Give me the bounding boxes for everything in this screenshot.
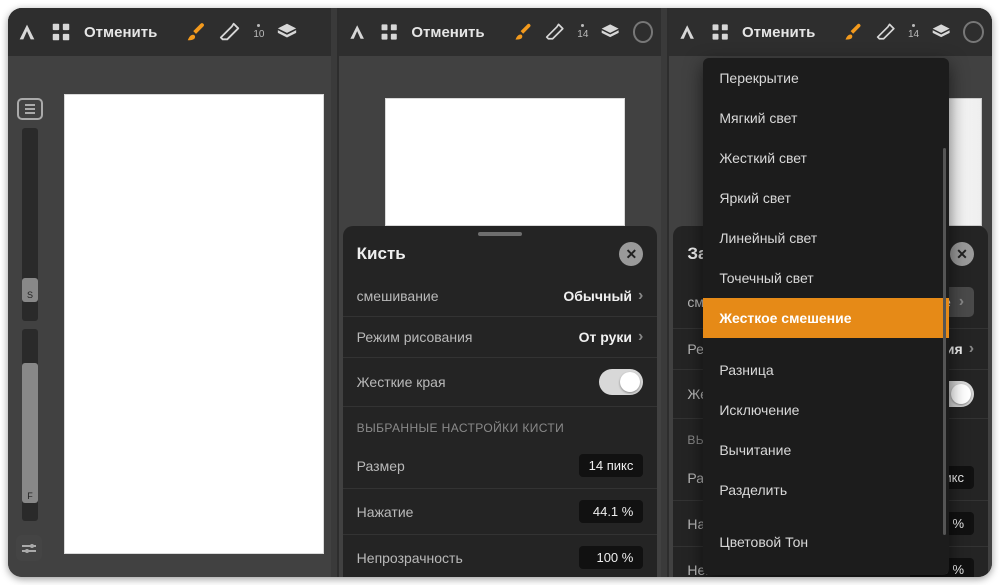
screen-blend-dropdown: Отменить 14 За ✕ сме смешение› Реж Линия… — [667, 8, 992, 577]
opacity-slider-thumb[interactable]: F — [22, 363, 38, 503]
blend-mode-option[interactable]: Цветовой Тон — [703, 522, 949, 562]
drag-handle[interactable] — [478, 232, 522, 236]
layers-icon[interactable] — [600, 21, 620, 43]
numeric-field[interactable]: 100 % — [579, 546, 643, 569]
row-label: Жесткие края — [357, 374, 446, 390]
logo-icon[interactable] — [677, 21, 697, 43]
row-draw-mode[interactable]: Режим рисования От руки › — [343, 317, 658, 358]
screen-canvas-view: Отменить 10 S F — [8, 8, 331, 577]
blend-mode-option[interactable]: Разница — [703, 350, 949, 390]
close-icon[interactable]: ✕ — [950, 242, 974, 266]
opacity-slider[interactable]: F — [22, 329, 38, 522]
undo-button[interactable]: Отменить — [411, 24, 484, 41]
section-header: ВЫБРАННЫЕ НАСТРОЙКИ КИСТИ — [343, 407, 658, 443]
undo-button[interactable]: Отменить — [742, 24, 815, 41]
row-pressure[interactable]: Нажатие 44.1 % — [343, 489, 658, 535]
size-slider-thumb[interactable]: S — [22, 278, 38, 302]
color-chip[interactable] — [633, 21, 654, 43]
history-count-value: 10 — [253, 29, 264, 40]
row-label: Непрозрачность — [357, 550, 463, 566]
eraser-icon[interactable] — [219, 21, 241, 43]
chevron-right-icon: › — [959, 293, 964, 311]
toggle-switch[interactable] — [599, 369, 643, 395]
blend-mode-option[interactable]: Вычитание — [703, 430, 949, 470]
panels-icon[interactable] — [17, 98, 43, 120]
row-label: Режим рисования — [357, 329, 473, 345]
color-chip[interactable] — [963, 21, 984, 43]
eraser-icon[interactable] — [545, 21, 565, 43]
history-count[interactable]: 14 — [577, 24, 588, 40]
brush-icon[interactable] — [513, 21, 533, 43]
close-icon[interactable]: ✕ — [619, 242, 643, 266]
row-opacity[interactable]: Непрозрачность 100 % — [343, 535, 658, 577]
row-value: От руки — [579, 329, 632, 345]
history-count-value: 14 — [577, 29, 588, 40]
row-label: Нажатие — [357, 504, 414, 520]
blend-mode-dropdown: ПерекрытиеМягкий светЖесткий светЯркий с… — [703, 58, 949, 575]
sheet-title: Кисть — [357, 244, 406, 264]
undo-button[interactable]: Отменить — [84, 24, 157, 41]
grid-icon[interactable] — [50, 21, 72, 43]
size-slider[interactable]: S — [22, 128, 38, 321]
canvas[interactable] — [385, 98, 625, 226]
grid-icon[interactable] — [710, 21, 730, 43]
blend-mode-option[interactable]: Яркий свет — [703, 178, 949, 218]
history-count[interactable]: 14 — [908, 24, 919, 40]
top-toolbar: Отменить 10 — [8, 8, 331, 56]
blend-mode-option[interactable]: Разделить — [703, 470, 949, 510]
chevron-right-icon: › — [638, 328, 643, 346]
brush-icon[interactable] — [843, 21, 863, 43]
blend-mode-option[interactable]: Перекрытие — [703, 58, 949, 98]
layers-icon[interactable] — [276, 21, 298, 43]
blend-mode-option[interactable]: Линейный свет — [703, 218, 949, 258]
eraser-icon[interactable] — [876, 21, 896, 43]
blend-mode-option[interactable]: Точечный свет — [703, 258, 949, 298]
history-count-value: 14 — [908, 29, 919, 40]
brush-sheet: Кисть ✕ смешивание Обычный › Режим рисова… — [343, 226, 658, 577]
row-label: Размер — [357, 458, 405, 474]
history-count[interactable]: 10 — [253, 24, 264, 40]
left-rail: S F — [14, 98, 46, 561]
row-hard-edges[interactable]: Жесткие края — [343, 358, 658, 407]
numeric-field[interactable]: 14 пикс — [579, 454, 644, 477]
numeric-field[interactable]: 44.1 % — [579, 500, 643, 523]
logo-icon[interactable] — [16, 21, 38, 43]
settings-sliders-icon[interactable] — [16, 535, 42, 561]
grid-icon[interactable] — [379, 21, 399, 43]
top-toolbar: Отменить 14 — [669, 8, 992, 56]
blend-mode-option[interactable]: Мягкий свет — [703, 98, 949, 138]
canvas[interactable] — [64, 94, 324, 554]
row-label: смешивание — [357, 288, 439, 304]
chevron-right-icon: › — [969, 340, 974, 358]
layers-icon[interactable] — [931, 21, 951, 43]
chevron-right-icon: › — [638, 287, 643, 305]
blend-mode-option[interactable]: Исключение — [703, 390, 949, 430]
logo-icon[interactable] — [347, 21, 367, 43]
screen-brush-panel: Отменить 14 Кисть ✕ смешивание Обычный › … — [337, 8, 662, 577]
row-size[interactable]: Размер 14 пикс — [343, 443, 658, 489]
scrollbar[interactable] — [943, 148, 946, 535]
blend-mode-option[interactable]: Жесткий свет — [703, 138, 949, 178]
brush-icon[interactable] — [185, 21, 207, 43]
top-toolbar: Отменить 14 — [339, 8, 662, 56]
blend-mode-option[interactable]: Насыщенность — [703, 562, 949, 575]
blend-mode-option[interactable]: Жесткое смешение — [703, 298, 949, 338]
row-value: Обычный — [563, 288, 632, 304]
row-blend-mode[interactable]: смешивание Обычный › — [343, 276, 658, 317]
